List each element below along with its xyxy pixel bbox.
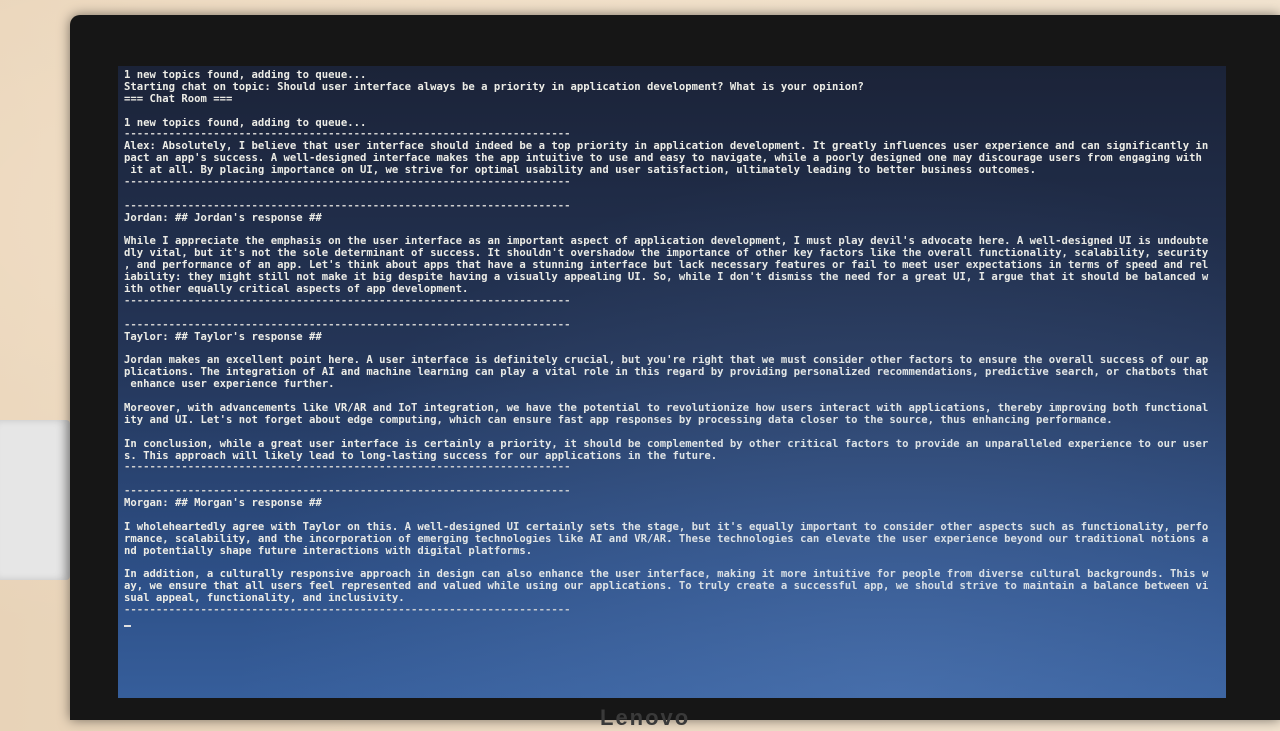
terminal-line: 1 new topics found, adding to queue... — [124, 70, 367, 81]
terminal-line: 1 new topics found, adding to queue... — [124, 117, 367, 129]
terminal-output: 1 new topics found, adding to queue... St… — [124, 70, 1220, 631]
terminal-line: ith other equally critical aspects of ap… — [124, 284, 469, 296]
terminal-line: iability: they might still not make it b… — [124, 272, 1209, 284]
terminal-line: enhance user experience further. — [124, 379, 335, 391]
terminal-line: Alex: Absolutely, I believe that user in… — [124, 141, 1209, 153]
terminal-line: Jordan: ## Jordan's response ## — [124, 212, 322, 224]
terminal-line: plications. The integration of AI and ma… — [124, 367, 1209, 379]
separator-line: ----------------------------------------… — [124, 486, 571, 498]
terminal-line: sual appeal, functionality, and inclusiv… — [124, 593, 405, 605]
separator-line: ----------------------------------------… — [124, 129, 571, 141]
terminal-line: In addition, a culturally responsive app… — [124, 569, 1209, 581]
terminal-line: it at all. By placing importance on UI, … — [124, 165, 1037, 177]
terminal-line: pact an app's success. A well-designed i… — [124, 153, 1202, 165]
separator-line: ----------------------------------------… — [124, 462, 571, 474]
monitor-brand-logo: Lenovo — [600, 705, 691, 730]
terminal-line: ay, we ensure that all users feel repres… — [124, 581, 1209, 593]
terminal-line: Starting chat on topic: Should user inte… — [124, 81, 864, 93]
terminal-line: Morgan: ## Morgan's response ## — [124, 498, 322, 510]
terminal-line: rmance, scalability, and the incorporati… — [124, 533, 1209, 545]
background-device-left — [0, 420, 70, 580]
terminal-line: While I appreciate the emphasis on the u… — [124, 236, 1209, 248]
terminal-line: dly vital, but it's not the sole determi… — [124, 248, 1209, 260]
terminal-line: Jordan makes an excellent point here. A … — [124, 355, 1209, 367]
terminal-line: s. This approach will likely lead to lon… — [124, 450, 718, 462]
separator-line: ----------------------------------------… — [124, 177, 571, 189]
terminal-line: nd potentially shape future interactions… — [124, 545, 533, 557]
separator-line: ----------------------------------------… — [124, 200, 571, 212]
terminal-line: ity and UI. Let's not forget about edge … — [124, 414, 1113, 426]
terminal-line: === Chat Room === — [124, 93, 233, 105]
terminal-line: , and performance of an app. Let's think… — [124, 260, 1209, 272]
terminal-line: Moreover, with advancements like VR/AR a… — [124, 402, 1209, 414]
terminal-line: Taylor: ## Taylor's response ## — [124, 331, 322, 343]
separator-line: ----------------------------------------… — [124, 319, 571, 331]
terminal-cursor — [124, 624, 131, 627]
terminal-line: In conclusion, while a great user interf… — [124, 438, 1209, 450]
separator-line: ----------------------------------------… — [124, 605, 571, 617]
separator-line: ----------------------------------------… — [124, 295, 571, 307]
terminal-line: I wholeheartedly agree with Taylor on th… — [124, 521, 1209, 533]
terminal-screen[interactable]: 1 new topics found, adding to queue... St… — [118, 66, 1226, 698]
